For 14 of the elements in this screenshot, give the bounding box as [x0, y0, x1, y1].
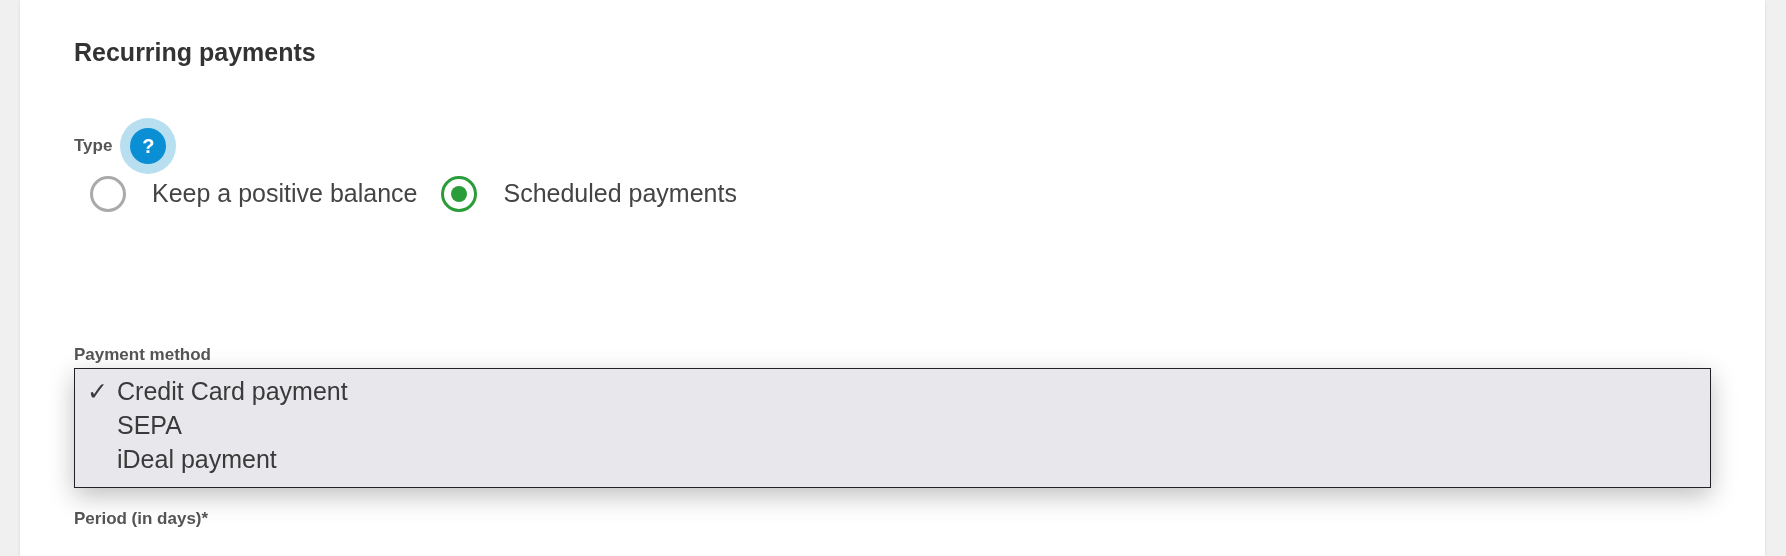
- section-title: Recurring payments: [74, 37, 317, 68]
- dropdown-option[interactable]: iDeal payment: [75, 443, 1710, 477]
- radio-button[interactable]: [90, 176, 126, 212]
- field-label: Type: [74, 135, 113, 158]
- check-mark: ✓: [87, 376, 109, 408]
- radio-label[interactable]: Scheduled payments: [503, 175, 737, 213]
- dropdown-list[interactable]: ✓ Credit Card payment SEPA iDeal payment: [74, 368, 1711, 488]
- radio-button[interactable]: [441, 176, 478, 212]
- help-button[interactable]: ?: [130, 128, 167, 164]
- radio-label[interactable]: Keep a positive balance: [152, 175, 418, 213]
- dropdown-option[interactable]: ✓ Credit Card payment: [75, 375, 1710, 409]
- field-label: Period (in days)*: [74, 508, 210, 530]
- field-label: Payment method: [74, 344, 212, 366]
- dropdown-option[interactable]: SEPA: [75, 409, 1710, 443]
